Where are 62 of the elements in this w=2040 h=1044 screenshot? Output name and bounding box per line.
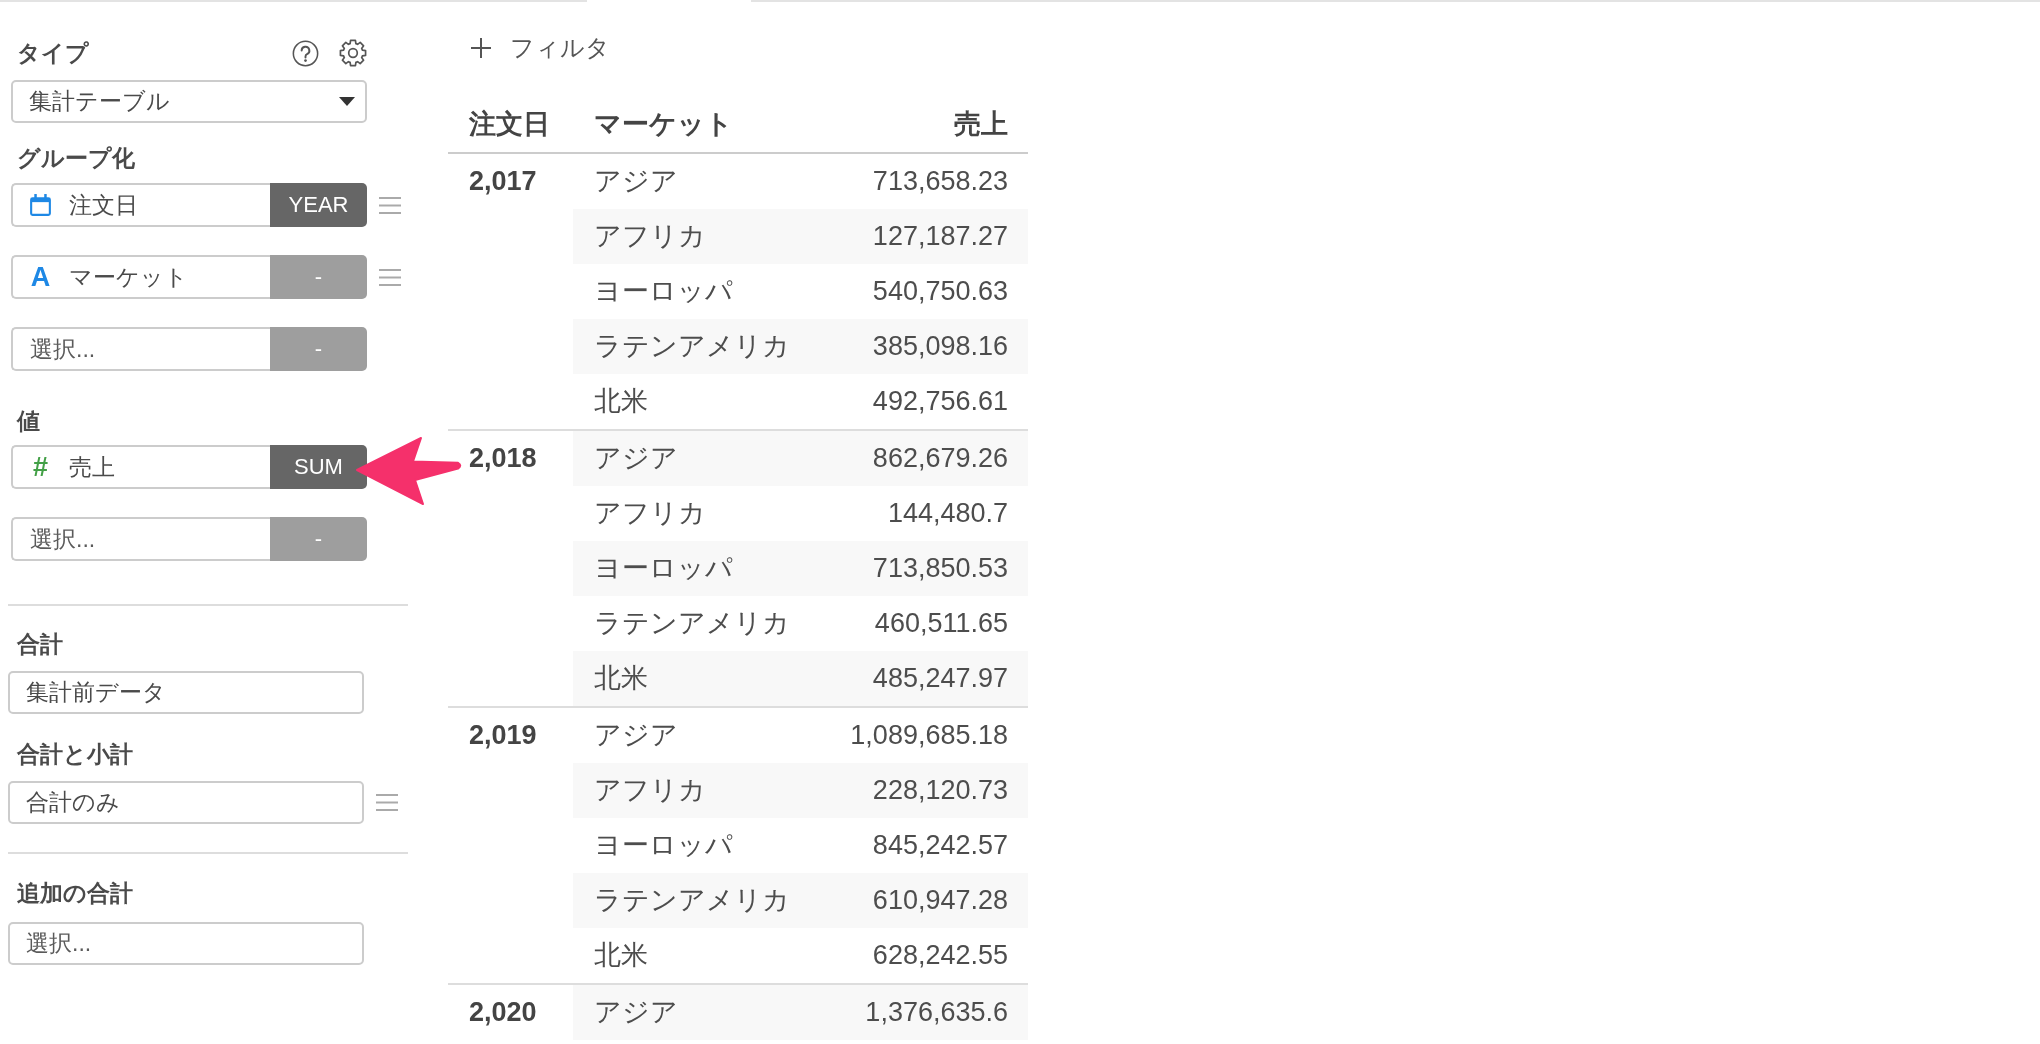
section-label: 値 xyxy=(15,407,40,435)
table-cell-text: アジア xyxy=(593,719,679,752)
column-header: 売上 xyxy=(953,108,1009,140)
help-icon[interactable] xyxy=(292,39,319,67)
column-header: マーケット xyxy=(593,108,734,140)
table-cell-text: 北米 xyxy=(593,385,649,418)
table-cell-text: 1,376,635.6 xyxy=(864,996,1009,1029)
table-cell-text: 2,020 xyxy=(468,996,538,1029)
section-label: 合計と小計 xyxy=(16,740,133,768)
dropdown-field[interactable]: 選択... xyxy=(8,922,364,965)
table-cell-text: アフリカ xyxy=(593,774,707,807)
table-cell-text: ラテンアメリカ xyxy=(593,607,791,640)
table-cell-text: 713,850.53 xyxy=(871,552,1009,585)
table-cell-text: 628,242.55 xyxy=(871,939,1009,972)
dropdown-field[interactable]: 集計前データ xyxy=(8,671,364,714)
aggregation-button[interactable]: SUM xyxy=(270,445,367,489)
text-type-icon: A xyxy=(30,262,51,292)
table-cell-text: ラテンアメリカ xyxy=(593,330,791,363)
settings-icon[interactable] xyxy=(339,39,367,67)
table-cell-text: ヨーロッパ xyxy=(593,552,734,585)
section-label: タイプ xyxy=(16,39,89,67)
table-cell-text: 610,947.28 xyxy=(871,884,1009,917)
table-cell-text: 845,242.57 xyxy=(871,829,1009,862)
section-label: 追加の合計 xyxy=(16,879,133,907)
table-cell-text: 228,120.73 xyxy=(871,774,1009,807)
section-label: 合計 xyxy=(16,630,63,658)
column-field[interactable]: 注文日 xyxy=(11,183,270,227)
table-cell-text: 862,679.26 xyxy=(871,442,1009,475)
table-cell-text: 485,247.97 xyxy=(871,662,1009,695)
calendar-icon xyxy=(30,194,51,216)
table-cell-text: アフリカ xyxy=(593,497,707,530)
table-cell-text: 385,098.16 xyxy=(871,330,1009,363)
table-cell-text: アフリカ xyxy=(593,220,707,253)
dropdown-field[interactable]: 合計のみ xyxy=(8,781,364,824)
table-cell-text: ヨーロッパ xyxy=(593,275,734,308)
drag-handle-icon[interactable] xyxy=(379,195,401,215)
column-header: 注文日 xyxy=(468,108,551,140)
drag-handle-icon[interactable] xyxy=(376,793,398,812)
table-cell-text: 713,658.23 xyxy=(871,165,1009,198)
table-cell-text: ラテンアメリカ xyxy=(593,884,791,917)
aggregation-button[interactable]: YEAR xyxy=(270,183,367,227)
table-cell-text: 460,511.65 xyxy=(873,607,1009,640)
table-cell-text: ヨーロッパ xyxy=(593,829,734,862)
table-cell-text: 127,187.27 xyxy=(871,220,1009,253)
table-cell-text: 144,480.7 xyxy=(886,497,1009,530)
table-cell-text: アジア xyxy=(593,996,679,1029)
table-cell-text: 492,756.61 xyxy=(871,385,1009,418)
table-cell-text: 北米 xyxy=(593,939,649,972)
section-label: グループ化 xyxy=(16,144,135,172)
table-cell-text: 2,017 xyxy=(468,165,538,198)
table-cell-text: 2,018 xyxy=(468,442,538,475)
table-cell-text: 2,019 xyxy=(468,719,538,752)
column-field[interactable]: # 売上 xyxy=(11,445,270,489)
plus-icon xyxy=(471,38,491,58)
number-type-icon: # xyxy=(30,452,51,482)
dropdown-field[interactable]: 集計テーブル xyxy=(11,80,367,123)
table-cell-text: アジア xyxy=(593,165,679,198)
table-cell-text: 北米 xyxy=(593,662,649,695)
table-cell-text: アジア xyxy=(593,442,679,475)
table-cell-text: 540,750.63 xyxy=(871,275,1009,308)
table-cell-text: 1,089,685.18 xyxy=(849,719,1009,752)
filter-button[interactable]: フィルタ xyxy=(471,32,610,64)
